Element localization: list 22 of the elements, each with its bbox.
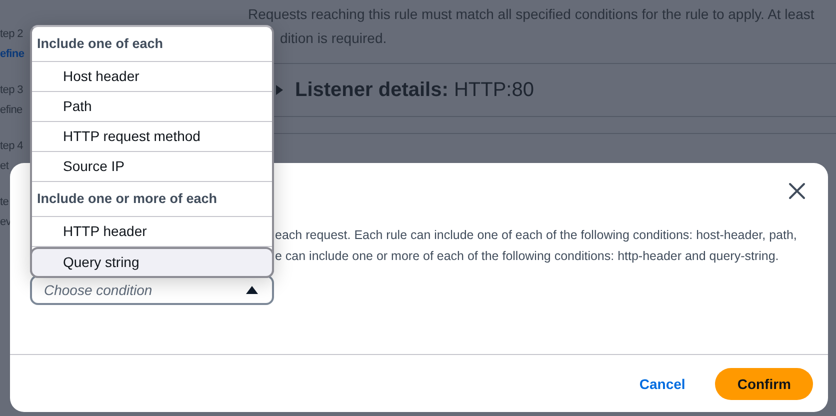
step-label: tep 3 [0, 83, 23, 98]
dropdown-option[interactable]: Query string [30, 247, 274, 278]
caret-icon [246, 286, 258, 294]
caret-icon[interactable] [276, 85, 283, 95]
description-line: each request. Each rule can include one of each of the following conditions: host-header, path, [275, 227, 797, 244]
cancel-button[interactable]: Cancel [639, 372, 686, 396]
dropdown-option[interactable]: Path [32, 92, 272, 122]
description-line: dition is required. [280, 29, 387, 48]
step-label: et [0, 159, 9, 174]
description-line: e can include one or more of each of the following conditions: http-header and query-string. [275, 248, 779, 265]
dropdown-option[interactable]: HTTP request method [32, 122, 272, 152]
step-label: te [0, 195, 9, 210]
dropdown-option[interactable]: Host header [32, 62, 272, 92]
confirm-button[interactable]: Confirm [715, 368, 813, 400]
group-label: Include one of each [32, 27, 272, 62]
step-label: tep 4 [0, 139, 23, 154]
group-label: Include one or more of each [32, 182, 272, 217]
step-label: tep 2 [0, 27, 23, 42]
description-line: Requests reaching this rule must match all specified conditions for the rule to apply. At least [248, 5, 814, 24]
dropdown-option[interactable]: Source IP [32, 152, 272, 182]
close-icon[interactable] [788, 182, 806, 200]
step-label: efine [0, 103, 22, 118]
